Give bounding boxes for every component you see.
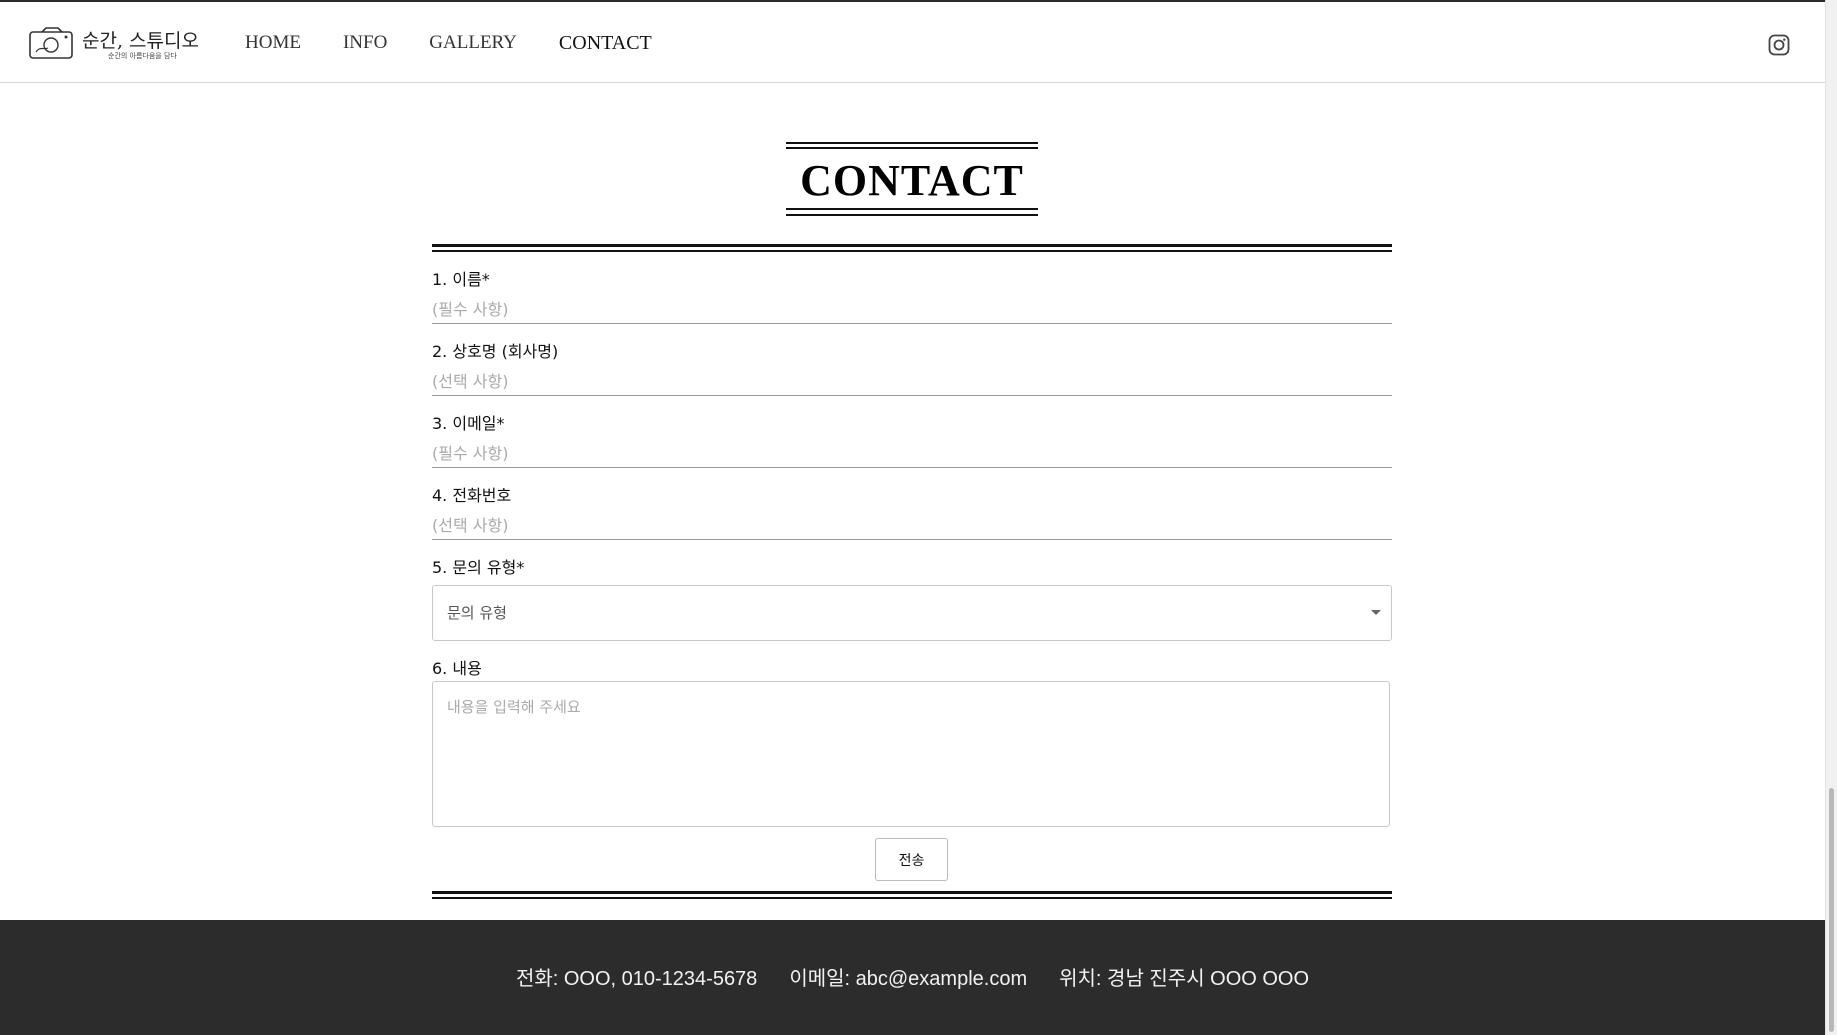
page-title-box: CONTACT: [786, 142, 1038, 216]
phone-label: 4. 전화번호: [432, 486, 512, 505]
email-label: 3. 이메일*: [432, 414, 505, 433]
title-rule: [786, 214, 1038, 216]
form-bottom-divider: [432, 891, 1392, 899]
inquiry-type-value: 문의 유형: [447, 604, 507, 622]
footer-location: 위치: 경남 진주시 OOO OOO: [1059, 968, 1310, 990]
caret-down-icon: [1371, 610, 1381, 615]
page-title: CONTACT: [800, 156, 1024, 205]
nav-gallery[interactable]: GALLERY: [429, 32, 517, 55]
page-scrollbar[interactable]: [1825, 0, 1837, 1035]
logo-title: 순간, 스튜디오: [82, 30, 199, 52]
nav-info[interactable]: INFO: [343, 32, 387, 55]
content-textarea[interactable]: [432, 681, 1390, 827]
nav-home[interactable]: HOME: [245, 32, 301, 55]
company-input[interactable]: [432, 367, 1392, 396]
email-field: 3. 이메일*: [432, 413, 1392, 468]
instagram-icon[interactable]: [1768, 34, 1790, 56]
title-rule: [786, 208, 1038, 210]
form-top-divider: [432, 244, 1392, 252]
inquiry-type-label: 5. 문의 유형*: [432, 558, 525, 577]
footer-email: 이메일: abc@example.com: [789, 968, 1028, 990]
nav-contact[interactable]: CONTACT: [559, 32, 652, 55]
page: 순간, 스튜디오 순간의 아름다움을 담다 HOME INFO GALLERY …: [0, 0, 1825, 1035]
scrollbar-thumb[interactable]: [1829, 788, 1834, 1032]
logo-subtitle: 순간의 아름다움을 담다: [108, 52, 177, 60]
main-nav: HOME INFO GALLERY CONTACT: [245, 32, 652, 55]
site-header: 순간, 스튜디오 순간의 아름다움을 담다 HOME INFO GALLERY …: [0, 2, 1825, 83]
footer-info: 전화: OOO, 010-1234-5678 이메일: abc@example.…: [0, 962, 1825, 991]
company-label: 2. 상호명 (회사명): [432, 342, 559, 361]
content-field: 6. 내용: [432, 658, 1392, 680]
name-field: 1. 이름*: [432, 269, 1392, 324]
name-label: 1. 이름*: [432, 270, 490, 289]
content-label: 6. 내용: [432, 659, 482, 678]
logo[interactable]: 순간, 스튜디오 순간의 아름다움을 담다: [28, 24, 203, 64]
company-field: 2. 상호명 (회사명): [432, 341, 1392, 396]
title-rule: [786, 142, 1038, 144]
footer-phone: 전화: OOO, 010-1234-5678: [515, 968, 758, 990]
camera-icon: [29, 27, 73, 59]
site-footer: 전화: OOO, 010-1234-5678 이메일: abc@example.…: [0, 920, 1825, 1035]
inquiry-type-select[interactable]: 문의 유형: [432, 585, 1392, 641]
inquiry-type-field: 5. 문의 유형*: [432, 557, 1392, 579]
name-input[interactable]: [432, 295, 1392, 324]
email-input[interactable]: [432, 439, 1392, 468]
submit-button[interactable]: 전송: [875, 838, 948, 881]
title-rule: [786, 147, 1038, 149]
phone-input[interactable]: [432, 511, 1392, 540]
phone-field: 4. 전화번호: [432, 485, 1392, 540]
